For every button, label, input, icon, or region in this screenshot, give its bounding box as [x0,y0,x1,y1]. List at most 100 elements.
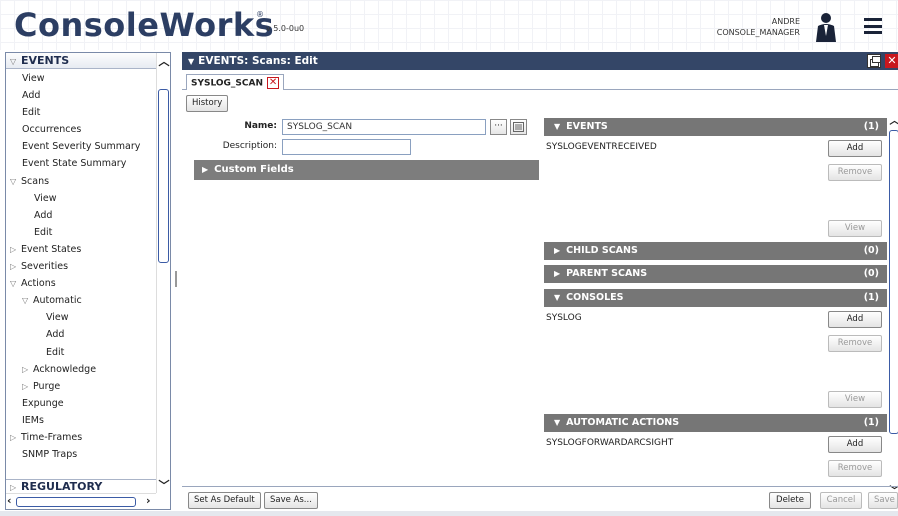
scroll-left-icon[interactable]: ‹ [7,494,12,507]
view-console-button[interactable]: View [828,391,882,408]
sidebar-item-label: Expunge [22,397,64,409]
sidebar-hscroll-thumb[interactable] [16,497,136,507]
sidebar-item[interactable]: IEMs [6,412,156,429]
custom-fields-toggle[interactable]: ▶ Custom Fields [194,160,539,180]
remove-action-button[interactable]: Remove [828,460,882,477]
consoles-section-header[interactable]: ▼ CONSOLES (1) [544,289,887,307]
expand-triangle-icon: ▶ [554,269,561,278]
close-panel-icon[interactable]: ✕ [885,54,898,68]
sidebar-item[interactable]: ▷ Time-Frames [6,429,156,446]
collapse-arrow-icon[interactable]: ▽ [10,275,21,292]
sidebar-section-events[interactable]: ▽ EVENTS [6,53,156,69]
scroll-up-icon[interactable]: ︿ [158,53,170,69]
sidebar-item[interactable]: Edit [6,224,156,241]
sidebar-item[interactable]: Add [6,87,156,104]
app-header: ConsoleWorks ® v 5.0-0u0 ANDRE CONSOLE_M… [0,0,898,50]
close-tab-icon[interactable]: ✕ [267,77,280,89]
child-scans-section-header[interactable]: ▶ CHILD SCANS (0) [544,242,887,260]
sidebar-item[interactable]: ▷ Purge [6,378,156,395]
ellipsis-button[interactable]: ··· [490,119,507,135]
remove-console-button[interactable]: Remove [828,335,882,352]
sidebar-item[interactable]: Event State Summary [6,155,156,172]
remove-event-button[interactable]: Remove [828,164,882,181]
sidebar-item[interactable]: Add [6,326,156,343]
sidebar-item[interactable]: Event Severity Summary [6,138,156,155]
user-role: CONSOLE_MANAGER [716,28,800,37]
expand-arrow-icon[interactable]: ▷ [10,429,21,446]
set-as-default-button[interactable]: Set As Default [188,492,261,509]
events-section-header[interactable]: ▼ EVENTS (1) [544,118,887,136]
sidebar-item[interactable]: ▽ Automatic [6,292,156,309]
expand-arrow-icon[interactable]: ▷ [22,378,33,395]
list-item[interactable]: SYSLOGFORWARDARCSIGHT [546,438,673,448]
save-as-button[interactable]: Save As... [264,492,318,509]
expand-arrow-icon[interactable]: ▷ [22,361,33,378]
expand-arrow-icon[interactable]: ▷ [10,241,21,258]
cancel-button[interactable]: Cancel [820,492,862,509]
content-scroll-thumb[interactable] [889,130,898,434]
sidebar-horizontal-scrollbar[interactable]: ‹ › [6,493,156,509]
expand-triangle-icon: ▶ [202,165,209,174]
sidebar-item[interactable]: Occurrences [6,121,156,138]
sidebar-item[interactable]: Expunge [6,395,156,412]
user-icon[interactable] [815,12,837,42]
consoles-section-body: SYSLOG Add Remove View [544,309,887,413]
scroll-down-icon[interactable]: ﹀ [158,477,170,493]
collapse-triangle-icon[interactable]: ▼ [188,57,194,66]
section-title: AUTOMATIC ACTIONS [566,417,680,428]
sidebar-item-label: Acknowledge [33,363,97,375]
collapse-triangle-icon: ▼ [554,293,561,302]
sidebar-item[interactable]: ▽ Scans [6,173,156,190]
add-event-button[interactable]: Add [828,140,882,157]
list-item[interactable]: SYSLOGEVENTRECEIVED [546,142,657,152]
app-logo: ConsoleWorks [14,6,275,44]
sidebar-section-regulatory[interactable]: ▷ REGULATORY [6,479,156,493]
tab-bar: SYSLOG_SCAN ✕ [182,70,898,90]
footer-divider [182,486,898,487]
sidebar-item[interactable]: ▷ Severities [6,258,156,275]
list-item[interactable]: SYSLOG [546,313,582,323]
collapse-arrow-icon: ▽ [10,57,17,66]
sidebar-item[interactable]: ▷ Event States [6,241,156,258]
sidebar-item[interactable]: Edit [6,344,156,361]
name-field[interactable]: SYSLOG_SCAN [282,119,486,135]
view-event-button[interactable]: View [828,220,882,237]
expand-arrow-icon[interactable]: ▷ [10,258,21,275]
parent-scans-section-header[interactable]: ▶ PARENT SCANS (0) [544,265,887,283]
sidebar-item[interactable]: ▷ Acknowledge [6,361,156,378]
history-button[interactable]: History [186,95,229,112]
restore-window-icon[interactable] [867,54,881,68]
description-label: Description: [222,141,277,151]
expand-triangle-icon: ▶ [554,246,561,255]
sidebar-item[interactable]: View [6,70,156,87]
sidebar-scroll-thumb[interactable] [158,89,169,263]
sidebar-item-label: SNMP Traps [22,449,78,461]
hamburger-menu-icon[interactable] [864,18,882,34]
automatic-actions-section-body: SYSLOGFORWARDARCSIGHT Add Remove [544,434,887,484]
sidebar-item-label: Event States [21,243,82,255]
list-icon[interactable] [510,119,527,135]
automatic-actions-section-header[interactable]: ▼ AUTOMATIC ACTIONS (1) [544,414,887,432]
add-console-button[interactable]: Add [828,311,882,328]
sidebar-item[interactable]: View [6,309,156,326]
add-action-button[interactable]: Add [828,436,882,453]
collapse-arrow-icon[interactable]: ▽ [22,292,33,309]
pane-splitter-handle[interactable] [175,271,177,287]
scroll-right-icon[interactable]: › [146,494,151,507]
sidebar-item[interactable]: ▽ Actions [6,275,156,292]
sidebar-item[interactable]: Add [6,207,156,224]
scroll-up-icon[interactable]: ︿ [889,112,898,127]
content-vertical-scrollbar[interactable]: ︿ ﹀ [889,112,898,497]
registered-mark: ® [256,10,264,19]
sidebar-item-label: Add [22,90,41,102]
sidebar-vertical-scrollbar[interactable]: ︿ ﹀ [156,53,170,493]
sidebar-item[interactable]: SNMP Traps [6,446,156,463]
description-field[interactable] [282,139,411,155]
sidebar-item[interactable]: Edit [6,104,156,121]
sidebar-item[interactable]: View [6,190,156,207]
delete-button[interactable]: Delete [769,492,811,509]
sidebar-item-label: Edit [22,107,41,119]
tab-syslog-scan[interactable]: SYSLOG_SCAN ✕ [186,74,285,90]
collapse-arrow-icon[interactable]: ▽ [10,173,21,190]
save-button[interactable]: Save [868,492,898,509]
